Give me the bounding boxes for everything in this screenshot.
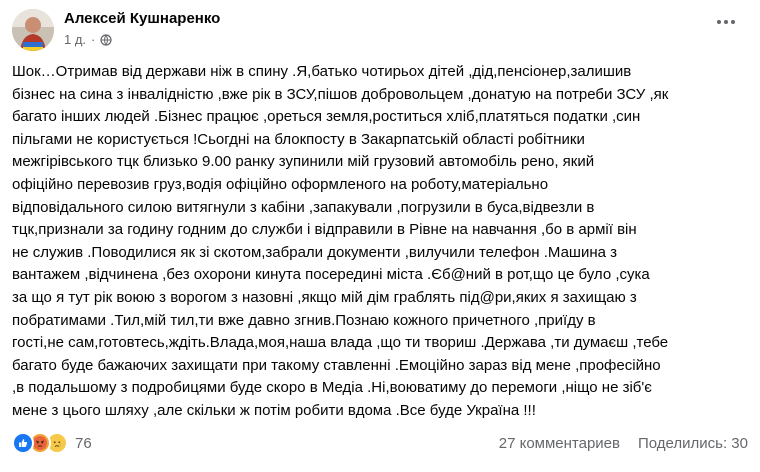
post-text-line: тцк,признали за годину годним до служби … (12, 221, 637, 239)
post-text: Шок…Отримав від держави ніж в спину .Я,б… (12, 61, 748, 423)
post-footer: 76 27 комментариев Поделились: 30 (12, 429, 748, 457)
avatar-image (12, 9, 54, 51)
post-text-line: побратимами .Тил,мій тил,ти вже давно зг… (12, 311, 596, 329)
post-time[interactable]: 1 д. (64, 32, 86, 47)
post-text-line: ,в подальшому з подробицями буде скоро в… (12, 379, 652, 397)
author-name[interactable]: Алексей Кушнаренко (64, 10, 220, 27)
post-text-line: мене з цього шляху ,але скільки ж потім … (12, 401, 536, 419)
post-text-line: багато інших людей .Бізнес працює ,ореть… (12, 108, 641, 126)
post-stats: 27 комментариев Поделились: 30 (499, 435, 748, 452)
post-meta: 1 д. · (64, 32, 112, 47)
globe-icon[interactable] (100, 33, 112, 46)
post-text-line: відповідального силою витягнули з кабіни… (12, 198, 595, 216)
shares-count[interactable]: Поделились: 30 (638, 435, 748, 452)
post-text-line: бізнес на сина з інвалідністю ,вже рік в… (12, 85, 669, 103)
post-text-line: багато буде бажаючих захищати при такому… (12, 356, 661, 374)
reactions-summary[interactable]: 76 (12, 432, 92, 454)
avatar[interactable] (12, 9, 54, 51)
reaction-count[interactable]: 76 (75, 435, 92, 452)
more-options-icon[interactable] (714, 14, 738, 30)
comments-count[interactable]: 27 комментариев (499, 435, 620, 452)
post-text-line: вантажем ,відчинена ,без охорони кинута … (12, 266, 650, 284)
meta-separator: · (91, 32, 96, 47)
post-text-line: пільгами не користується !Сьогдні на бло… (12, 130, 585, 148)
post-text-line: офіційно перевозив груз,водія офіційно о… (12, 175, 549, 193)
post-text-line: гості,не сам,готовтесь,ждіть.Влада,моя,н… (12, 334, 669, 352)
post-text-line: не служив .Поводилися як зі скотом,забра… (12, 243, 618, 261)
like-icon (12, 432, 34, 454)
post-text-line: за що я тут рік воюю з ворогом з назовні… (12, 288, 637, 306)
facebook-post: Алексей Кушнаренко 1 д. · Шок…Отримав ві… (0, 0, 760, 472)
post-text-line: межгірівського тцк близько 9.00 ранку зу… (12, 153, 595, 171)
post-text-line: Шок…Отримав від держави ніж в спину .Я,б… (12, 63, 632, 80)
